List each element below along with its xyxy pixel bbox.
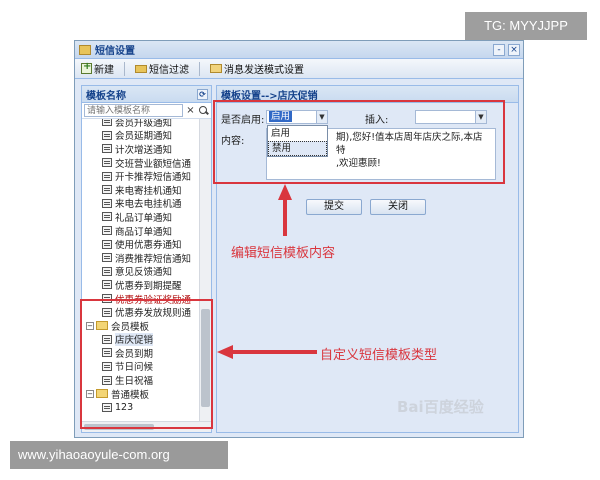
toolbar-divider xyxy=(199,61,200,76)
template-item[interactable]: 意见反馈通知 xyxy=(82,265,211,279)
template-item-label: 会员延期通知 xyxy=(115,131,173,143)
search-icon[interactable] xyxy=(198,105,209,117)
template-item[interactable]: 来电去电挂机通 xyxy=(82,197,211,211)
template-item-label: 来电寄挂机通知 xyxy=(115,185,182,197)
send-mode-button[interactable]: 消息发送模式设置 xyxy=(210,61,304,76)
template-list-title: 模板名称 xyxy=(86,90,126,102)
template-item-label: 礼品订单通知 xyxy=(115,212,173,224)
template-item-label: 商品订单通知 xyxy=(115,226,173,238)
template-doc-icon xyxy=(102,119,112,127)
template-item-label: 消费推荐短信通知 xyxy=(115,253,192,265)
template-item[interactable]: 开卡推荐短信通知 xyxy=(82,169,211,183)
submit-button[interactable]: 提交 xyxy=(306,199,362,215)
template-item-label: 来电去电挂机通 xyxy=(115,199,182,211)
template-item[interactable]: 会员延期通知 xyxy=(82,129,211,143)
filter-icon xyxy=(135,64,147,73)
template-search-row: × xyxy=(82,103,211,119)
template-item[interactable]: 会员升级通知 xyxy=(82,119,211,129)
sms-filter-button[interactable]: 短信过滤 xyxy=(135,61,189,76)
template-item[interactable]: 礼品订单通知 xyxy=(82,210,211,224)
template-doc-icon xyxy=(102,266,112,276)
template-list-header: 模板名称 ⟳ xyxy=(82,86,211,103)
tg-badge: TG: MYYJJPP xyxy=(465,12,587,40)
mail-icon xyxy=(210,64,222,73)
toolbar-divider xyxy=(124,61,125,76)
annotation-edit: 编辑短信模板内容 xyxy=(231,246,336,261)
close-form-button[interactable]: 关闭 xyxy=(370,199,426,215)
watermark-logo: Bai百度经验 xyxy=(397,398,484,416)
new-label: 新建 xyxy=(94,65,114,76)
template-item[interactable]: 使用优惠券通知 xyxy=(82,237,211,251)
template-doc-icon xyxy=(102,158,112,168)
annotation-box-edit xyxy=(213,100,505,184)
template-search-input[interactable] xyxy=(84,104,183,117)
refresh-icon[interactable]: ⟳ xyxy=(197,88,208,100)
site-watermark: www.yihaoaoyule-com.org xyxy=(10,441,228,469)
clear-search-icon[interactable]: × xyxy=(185,105,196,117)
minimize-button[interactable]: - xyxy=(493,43,505,56)
template-item-label: 开卡推荐短信通知 xyxy=(115,172,192,183)
annotation-box-custom xyxy=(80,299,213,429)
template-item-label: 会员升级通知 xyxy=(115,119,173,129)
template-item[interactable]: 商品订单通知 xyxy=(82,224,211,238)
toolbar: 新建 短信过滤 消息发送模式设置 xyxy=(75,59,523,79)
arrow-left-icon xyxy=(217,345,317,359)
template-item-label: 意见反馈通知 xyxy=(115,267,173,279)
template-item[interactable]: 优惠券到期提醒 xyxy=(82,278,211,292)
new-button[interactable]: 新建 xyxy=(81,61,114,76)
template-item-label: 优惠券到期提醒 xyxy=(115,280,182,292)
send-mode-label: 消息发送模式设置 xyxy=(224,65,304,76)
window-titlebar: 短信设置 - × xyxy=(75,41,523,59)
sms-filter-label: 短信过滤 xyxy=(149,65,189,76)
template-item-label: 交班营业额短信通 xyxy=(115,158,192,170)
close-button[interactable]: × xyxy=(508,43,520,56)
arrow-up-icon xyxy=(278,184,292,236)
template-doc-icon xyxy=(102,239,112,249)
template-doc-icon xyxy=(102,185,112,195)
template-item[interactable]: 来电寄挂机通知 xyxy=(82,183,211,197)
new-icon xyxy=(81,61,92,74)
template-doc-icon xyxy=(102,226,112,236)
sms-folder-icon xyxy=(79,44,91,55)
template-doc-icon xyxy=(102,144,112,154)
template-item[interactable]: 交班营业额短信通 xyxy=(82,156,211,170)
template-item-label: 计次增送通知 xyxy=(115,144,173,156)
template-item[interactable]: 计次增送通知 xyxy=(82,142,211,156)
template-doc-icon xyxy=(102,198,112,208)
template-item-label: 使用优惠券通知 xyxy=(115,240,182,251)
template-doc-icon xyxy=(102,212,112,222)
template-doc-icon xyxy=(102,171,112,181)
template-doc-icon xyxy=(102,253,112,263)
template-item[interactable]: 消费推荐短信通知 xyxy=(82,251,211,265)
window-title: 短信设置 xyxy=(95,46,135,57)
template-doc-icon xyxy=(102,280,112,290)
annotation-custom: 自定义短信模板类型 xyxy=(320,348,438,363)
template-doc-icon xyxy=(102,130,112,140)
